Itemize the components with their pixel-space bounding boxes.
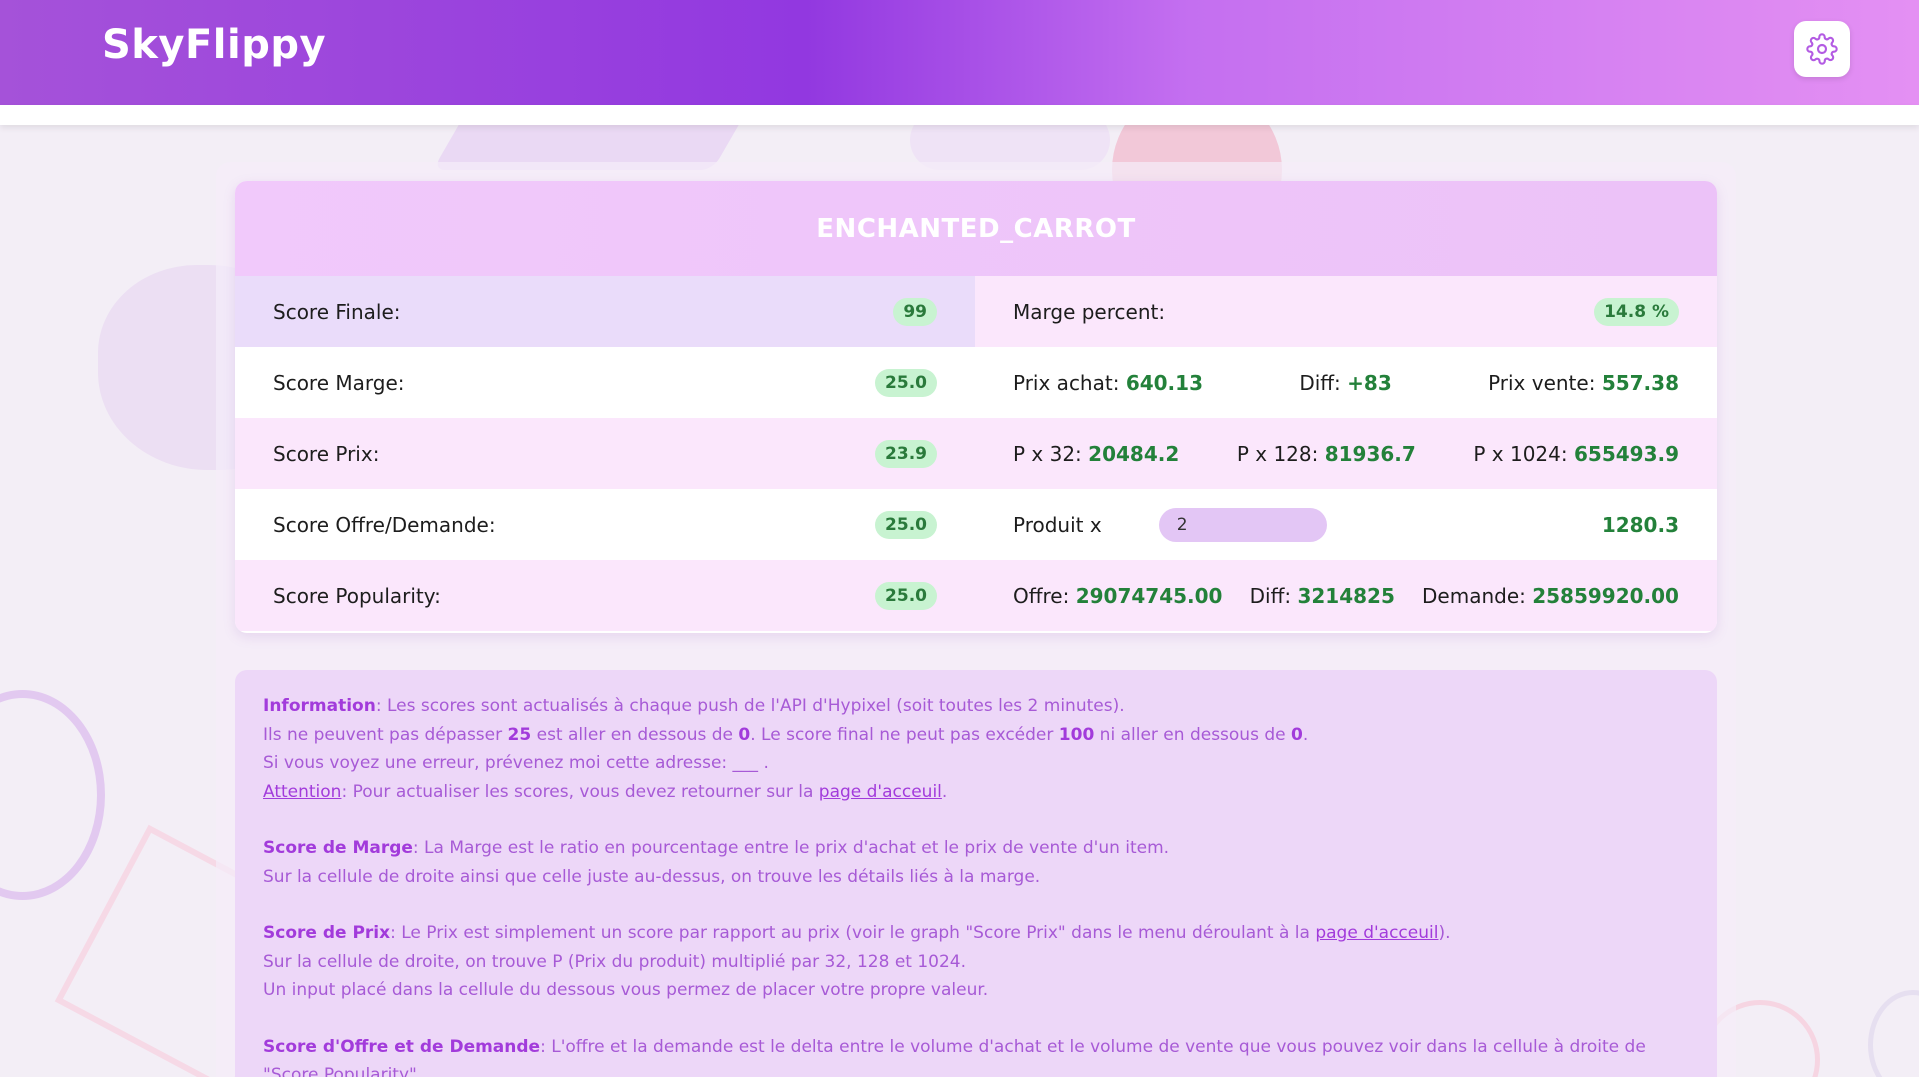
demande: Demande: 25859920.00	[1422, 584, 1679, 608]
info-contact-text: Si vous voyez une erreur, prévenez moi c…	[263, 753, 769, 773]
score-prix-label: Score Prix:	[273, 441, 380, 466]
marge-diff-value: +83	[1347, 370, 1392, 395]
home-page-link[interactable]: page d'acceuil	[819, 782, 942, 802]
marge-percent-label: Marge percent:	[1013, 299, 1166, 324]
prix-text-2: Sur la cellule de droite, on trouve P (P…	[263, 951, 967, 972]
info-heading: Information	[263, 696, 376, 716]
offre-demande-diff: Diff: 3214825	[1250, 584, 1395, 608]
info-text: : Les scores sont actualisés à chaque pu…	[375, 696, 1125, 716]
gear-icon	[1806, 33, 1838, 65]
table-row: Score Prix: 23.9 P x 32: 20484.2 P x 128…	[235, 418, 1717, 489]
p-x-128-value: 81936.7	[1324, 441, 1416, 466]
settings-button[interactable]	[1794, 21, 1850, 77]
marge-details-cell: Prix achat: 640.13 Diff: +83 Prix vente:…	[975, 347, 1717, 418]
produit-quantity-input[interactable]	[1158, 507, 1327, 542]
prix-heading: Score de Prix	[263, 923, 391, 943]
marge-percent-cell: Marge percent: 14.8 %	[975, 276, 1717, 347]
score-finale-cell: Score Finale: 99	[235, 276, 975, 347]
home-page-link[interactable]: page d'acceuil	[1315, 923, 1438, 943]
table-row: Score Offre/Demande: 25.0 Produit x 1280…	[235, 489, 1717, 560]
score-prix-badge: 23.9	[875, 439, 937, 468]
p-x-32-value: 20484.2	[1088, 441, 1180, 466]
p-x-1024-value: 655493.9	[1573, 441, 1679, 466]
score-marge-cell: Score Marge: 25.0	[235, 347, 975, 418]
attention-text: : Pour actualiser les scores, vous devez…	[341, 781, 819, 802]
bg-decoration	[1868, 990, 1919, 1077]
demande-label: Demande:	[1422, 583, 1526, 608]
offre: Offre: 29074745.00	[1013, 584, 1222, 608]
offre-demande-diff-value: 3214825	[1297, 583, 1395, 608]
table-row: Score Popularity: 25.0 Offre: 29074745.0…	[235, 560, 1717, 631]
marge-text: : La Marge est le ratio en pourcentage e…	[412, 838, 1170, 858]
score-popularity-label: Score Popularity:	[273, 583, 441, 608]
produit-group: Produit x	[1013, 507, 1327, 542]
table-row: Score Finale: 99 Marge percent: 14.8 %	[235, 276, 1717, 347]
table-row: Score Marge: 25.0 Prix achat: 640.13 Dif…	[235, 347, 1717, 418]
score-offre-demande-badge: 25.0	[875, 510, 937, 539]
prix-text: : Le Prix est simplement un score par ra…	[390, 923, 1316, 943]
score-marge-badge: 25.0	[875, 368, 937, 397]
p-x-128-label: P x 128:	[1236, 441, 1319, 466]
produit-result: 1280.3	[1601, 512, 1679, 537]
info-panel: Information: Les scores sont actualisés …	[235, 670, 1717, 1077]
p-x-32-label: P x 32:	[1013, 441, 1082, 466]
prix-vente: Prix vente: 557.38	[1488, 371, 1679, 395]
prix-text-3: Un input placé dans la cellule du dessou…	[263, 980, 989, 1000]
item-card: ENCHANTED_CARROT Score Finale: 99 Marge …	[235, 181, 1717, 633]
score-finale-badge: 99	[893, 297, 937, 326]
info-paragraph: Information: Les scores sont actualisés …	[263, 692, 1689, 806]
prix-vente-value: 557.38	[1601, 370, 1679, 395]
marge-text-2: Sur la cellule de droite ainsi que celle…	[263, 866, 1041, 887]
prix-achat-label: Prix achat:	[1013, 370, 1120, 395]
item-card-header: ENCHANTED_CARROT	[235, 181, 1717, 276]
marge-diff-label: Diff:	[1299, 370, 1341, 395]
p-x-1024: P x 1024: 655493.9	[1473, 442, 1679, 466]
offre-label: Offre:	[1013, 583, 1070, 608]
marge-percent-badge: 14.8 %	[1594, 297, 1679, 326]
attention-link[interactable]: Attention	[263, 782, 341, 802]
demande-value: 25859920.00	[1532, 583, 1679, 608]
p-x-32: P x 32: 20484.2	[1013, 442, 1179, 466]
prix-multiples-cell: P x 32: 20484.2 P x 128: 81936.7 P x 102…	[975, 418, 1717, 489]
produit-cell: Produit x 1280.3	[975, 489, 1717, 560]
item-name: ENCHANTED_CARROT	[816, 213, 1136, 244]
score-offre-demande-label: Score Offre/Demande:	[273, 512, 496, 537]
info-limits-text: Ils ne peuvent pas dépasser 25 est aller…	[263, 724, 1309, 745]
score-prix-cell: Score Prix: 23.9	[235, 418, 975, 489]
bg-decoration	[0, 690, 105, 900]
prix-achat: Prix achat: 640.13	[1013, 371, 1203, 395]
app-title[interactable]: SkyFlippy	[102, 22, 326, 68]
score-popularity-badge: 25.0	[875, 581, 937, 610]
prix-paragraph: Score de Prix: Le Prix est simplement un…	[263, 919, 1689, 1005]
offre-value: 29074745.00	[1075, 583, 1223, 608]
p-x-1024-label: P x 1024:	[1473, 441, 1568, 466]
prix-vente-label: Prix vente:	[1488, 370, 1596, 395]
offre-demande-paragraph: Score d'Offre et de Demande: L'offre et …	[263, 1033, 1689, 1077]
offre-demande-cell: Offre: 29074745.00 Diff: 3214825 Demande…	[975, 560, 1717, 631]
offre-demande-heading: Score d'Offre et de Demande	[263, 1036, 541, 1057]
header-divider	[0, 105, 1919, 125]
produit-label: Produit x	[1013, 512, 1102, 537]
marge-heading: Score de Marge	[263, 838, 413, 858]
score-offre-demande-cell: Score Offre/Demande: 25.0	[235, 489, 975, 560]
marge-diff: Diff: +83	[1299, 371, 1391, 395]
p-x-128: P x 128: 81936.7	[1237, 442, 1416, 466]
score-marge-label: Score Marge:	[273, 370, 405, 395]
score-finale-label: Score Finale:	[273, 299, 401, 324]
score-popularity-cell: Score Popularity: 25.0	[235, 560, 975, 631]
offre-demande-diff-label: Diff:	[1249, 583, 1292, 608]
app-header: SkyFlippy	[0, 0, 1919, 105]
marge-paragraph: Score de Marge: La Marge est le ratio en…	[263, 834, 1689, 891]
prix-achat-value: 640.13	[1125, 370, 1203, 395]
